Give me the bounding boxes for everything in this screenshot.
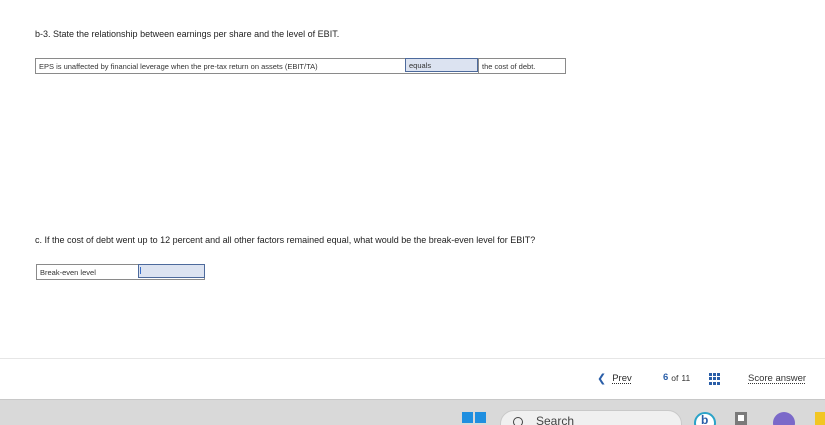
- page-total: 11: [681, 372, 691, 383]
- page-indicator: 6 of 11: [663, 372, 690, 383]
- answer-row-b3: EPS is unaffected by financial leverage …: [35, 58, 566, 74]
- break-even-input[interactable]: [138, 264, 205, 278]
- score-answer-button[interactable]: Score answer: [748, 373, 806, 384]
- question-grid-icon[interactable]: [709, 373, 721, 385]
- question-content: b-3. State the relationship between earn…: [0, 0, 825, 358]
- taskbar-search[interactable]: Search: [500, 410, 682, 425]
- teams-icon[interactable]: [773, 412, 795, 425]
- answer-row-c: Break-even level: [36, 264, 205, 280]
- navigation-footer: ❮ Prev 6 of 11 Score answer: [0, 359, 825, 399]
- relationship-dropdown[interactable]: equals: [405, 58, 478, 72]
- prev-button[interactable]: ❮ Prev: [597, 372, 632, 385]
- question-c-prompt: c. If the cost of debt went up to 12 per…: [35, 235, 536, 245]
- page-of: of: [671, 372, 679, 383]
- bing-icon[interactable]: [694, 412, 716, 425]
- folder-icon[interactable]: [815, 412, 825, 425]
- prev-label: Prev: [612, 373, 632, 384]
- file-explorer-icon[interactable]: [735, 412, 747, 425]
- statement-cell: EPS is unaffected by financial leverage …: [39, 61, 318, 71]
- os-taskbar: Search: [0, 399, 825, 425]
- search-label: Search: [536, 414, 575, 425]
- chevron-left-icon: ❮: [597, 373, 607, 385]
- break-even-label: Break-even level: [40, 267, 96, 277]
- windows-start-icon[interactable]: [462, 412, 486, 425]
- page-current: 6: [663, 372, 669, 383]
- question-b3-prompt: b-3. State the relationship between earn…: [35, 29, 340, 39]
- tail-cell: the cost of debt.: [478, 59, 565, 73]
- text-caret: [140, 267, 141, 274]
